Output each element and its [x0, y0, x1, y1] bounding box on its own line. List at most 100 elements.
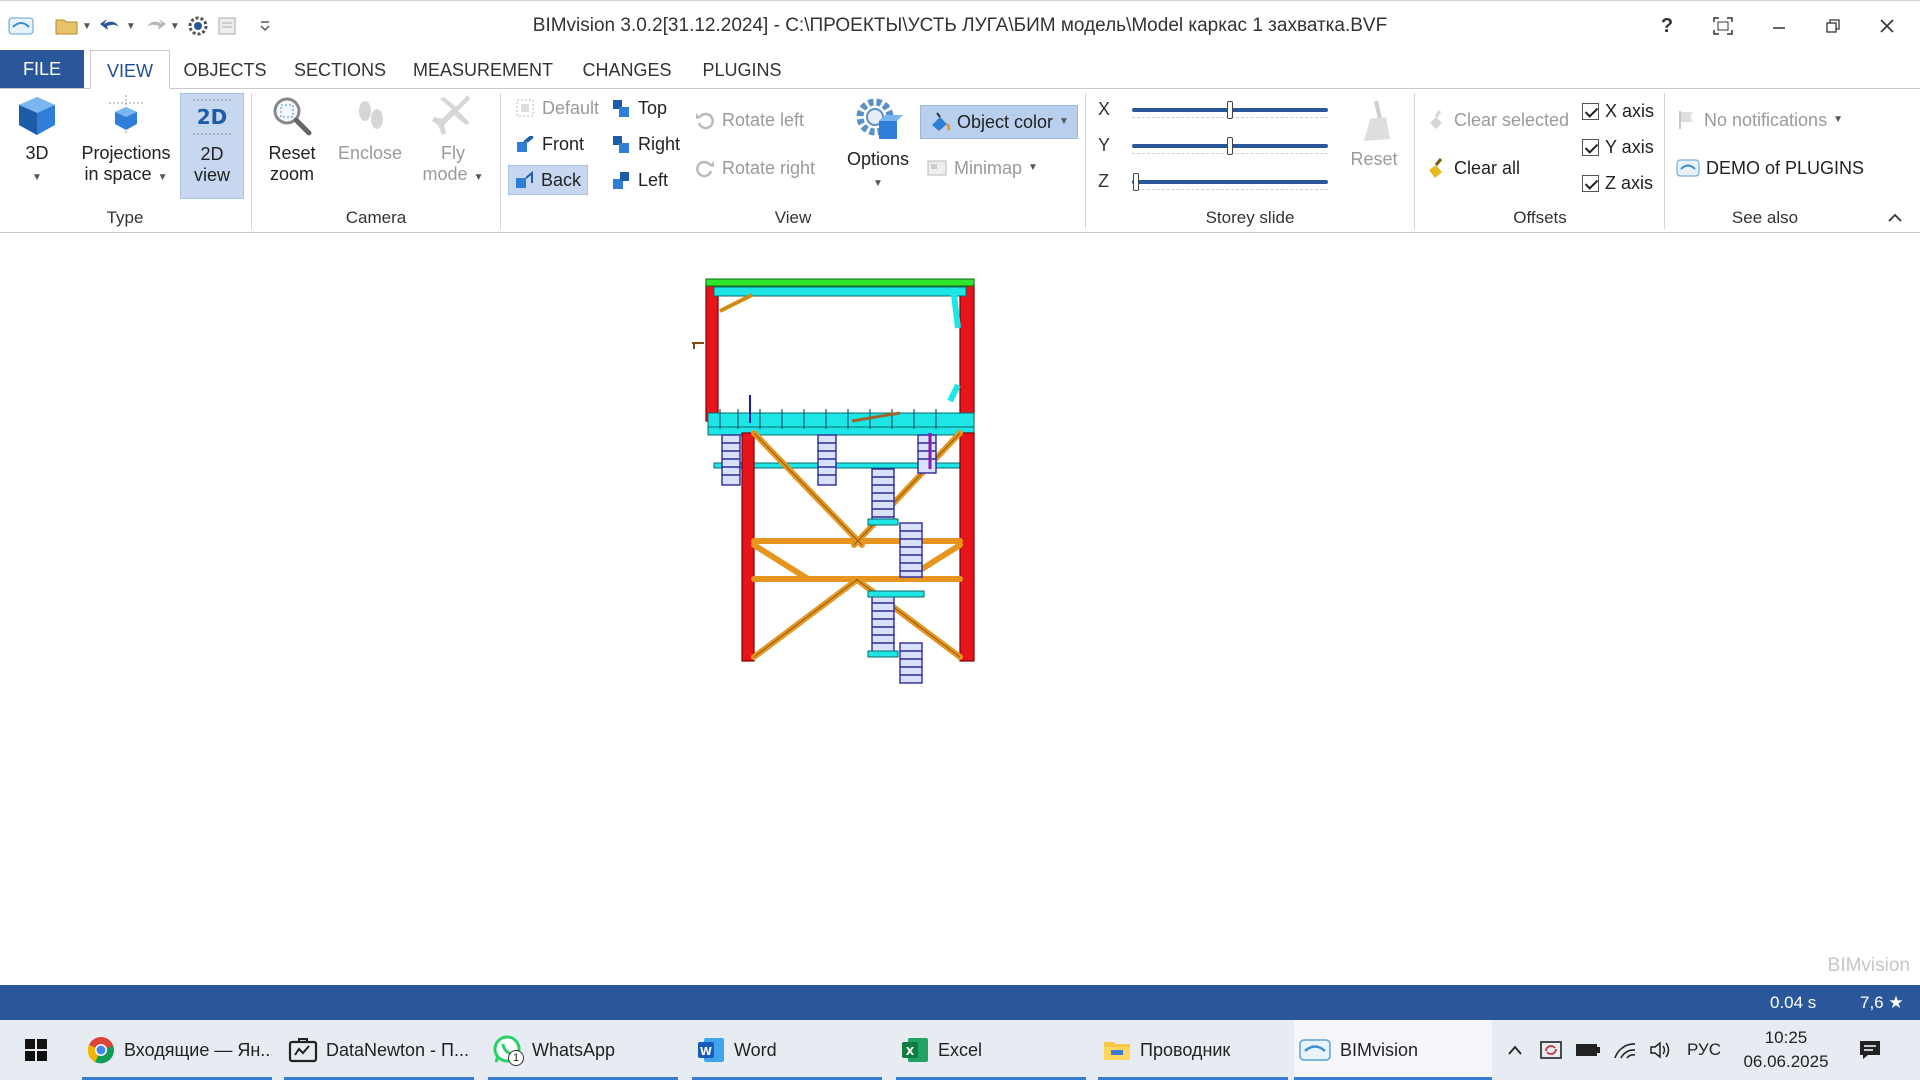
- cube-3d-icon: [19, 97, 55, 135]
- tray-volume-button[interactable]: [1646, 1020, 1676, 1080]
- enclose-button[interactable]: Enclose: [332, 93, 408, 164]
- object-color-dropdown[interactable]: Object color ▼: [920, 105, 1078, 139]
- tab-file[interactable]: FILE: [0, 50, 84, 88]
- flag-icon: [1676, 109, 1698, 131]
- print-icon[interactable]: [216, 11, 240, 41]
- storey-reset-button[interactable]: Reset: [1346, 99, 1402, 170]
- projections-in-space-button[interactable]: Projections in space ▼: [76, 93, 176, 188]
- undo-icon[interactable]: ▼: [98, 11, 136, 41]
- reset-zoom-button[interactable]: Reset zoom: [260, 93, 324, 185]
- structure-model[interactable]: [0, 233, 1920, 985]
- minimap-dropdown[interactable]: Minimap ▼: [926, 153, 1038, 183]
- app-icon[interactable]: [8, 11, 34, 41]
- start-button[interactable]: [10, 1020, 62, 1080]
- slider-z-track[interactable]: [1132, 180, 1328, 184]
- minimize-button[interactable]: [1752, 1, 1806, 51]
- right-view-button[interactable]: Right: [610, 129, 680, 159]
- rotate-right-icon: [694, 157, 716, 179]
- tab-plugins[interactable]: PLUGINS: [696, 50, 788, 88]
- taskbar-item-label: Проводник: [1140, 1039, 1231, 1060]
- default-view-button[interactable]: Default: [514, 93, 599, 123]
- left-view-button[interactable]: Left: [610, 165, 668, 195]
- customize-qat-icon[interactable]: [258, 11, 272, 41]
- tab-view[interactable]: VIEW: [90, 50, 170, 89]
- y-axis-checkbox[interactable]: Y axis: [1582, 137, 1654, 158]
- taskbar-item-explorer[interactable]: Проводник: [1098, 1020, 1288, 1080]
- top-view-label: Top: [638, 98, 668, 118]
- tray-battery-button[interactable]: [1572, 1020, 1604, 1080]
- x-axis-checkbox[interactable]: X axis: [1582, 101, 1654, 122]
- z-axis-checkbox[interactable]: Z axis: [1582, 173, 1653, 194]
- rotate-right-button[interactable]: Rotate right: [694, 153, 815, 183]
- taskbar-item-label: Word: [734, 1039, 777, 1060]
- options-button[interactable]: Options ▼: [836, 95, 920, 194]
- redo-icon[interactable]: ▼: [142, 11, 180, 41]
- group-label-view: View: [774, 208, 812, 227]
- notifications-label: No notifications: [1704, 110, 1828, 130]
- x-axis-label: X axis: [1605, 101, 1655, 121]
- tray-network-button[interactable]: [1610, 1020, 1640, 1080]
- tray-sync-button[interactable]: [1536, 1020, 1566, 1080]
- fly-mode-button[interactable]: Fly mode ▼: [418, 93, 488, 188]
- clock[interactable]: 10:25 06.06.2025: [1728, 1026, 1844, 1074]
- notifications-center-button[interactable]: [1850, 1020, 1890, 1080]
- z-axis-checkbox-box[interactable]: [1582, 175, 1599, 192]
- close-icon: [1880, 19, 1894, 33]
- clear-all-button[interactable]: Clear all: [1426, 153, 1520, 183]
- notifications-dropdown[interactable]: No notifications ▼: [1676, 105, 1843, 135]
- taskbar-item-datanewton[interactable]: DataNewton - П...: [284, 1020, 474, 1080]
- clear-selected-button[interactable]: Clear selected: [1426, 105, 1569, 135]
- clear-selected-label: Clear selected: [1454, 110, 1570, 130]
- restore-button[interactable]: [1806, 1, 1860, 51]
- tray-overflow-button[interactable]: [1500, 1020, 1530, 1080]
- slider-x-thumb[interactable]: [1227, 101, 1233, 119]
- taskbar-item-bimvision[interactable]: BIMvision: [1294, 1020, 1492, 1080]
- taskbar-item-label: DataNewton - П...: [326, 1039, 469, 1060]
- taskbar-item-whatsapp[interactable]: 1 WhatsApp: [488, 1020, 678, 1080]
- slider-z-ticks: [1132, 189, 1328, 195]
- 3d-button[interactable]: 3D ▼: [8, 93, 66, 188]
- 2d-view-label-2: view: [193, 165, 230, 185]
- demo-plugins-button[interactable]: DEMO of PLUGINS: [1676, 153, 1864, 183]
- tab-changes[interactable]: CHANGES: [576, 50, 678, 88]
- paint-bucket-icon: [929, 111, 951, 133]
- language-indicator[interactable]: РУС: [1682, 1020, 1726, 1080]
- x-axis-checkbox-box[interactable]: [1582, 103, 1599, 120]
- right-view-icon: [610, 133, 632, 155]
- storey-reset-label: Reset: [1350, 149, 1398, 169]
- clear-all-broom-icon: [1426, 157, 1448, 179]
- slider-z-thumb[interactable]: [1132, 173, 1139, 191]
- demo-plugins-icon: [1676, 157, 1700, 179]
- rotate-left-button[interactable]: Rotate left: [694, 105, 804, 135]
- slider-y-thumb[interactable]: [1227, 137, 1233, 155]
- tab-measurement[interactable]: MEASUREMENT: [408, 50, 558, 88]
- battery-icon: [1576, 1044, 1600, 1056]
- settings-cog-icon[interactable]: [186, 11, 210, 41]
- taskbar-item-chrome[interactable]: Входящие — Ян...: [82, 1020, 272, 1080]
- projections-icon: [109, 95, 143, 135]
- rotate-left-icon: [694, 109, 716, 131]
- open-file-icon[interactable]: ▼: [54, 11, 92, 41]
- collapse-ribbon-button[interactable]: [1884, 207, 1906, 229]
- taskbar-item-word[interactable]: W Word: [692, 1020, 882, 1080]
- svg-text:W: W: [700, 1045, 712, 1058]
- demo-plugins-label: DEMO of PLUGINS: [1706, 158, 1865, 178]
- z-axis-label: Z axis: [1605, 173, 1654, 193]
- y-axis-checkbox-box[interactable]: [1582, 139, 1599, 156]
- chevron-up-icon: [1888, 213, 1902, 222]
- word-icon: W: [696, 1035, 726, 1065]
- front-view-button[interactable]: Front: [514, 129, 584, 159]
- 3d-viewport[interactable]: BIMvision: [0, 233, 1920, 985]
- taskbar-item-excel[interactable]: X Excel: [896, 1020, 1086, 1080]
- quick-access-toolbar: ▼ ▼ ▼: [8, 11, 278, 41]
- bimvision-watermark: BIMvision: [1827, 955, 1910, 976]
- render-time: 0.04 s: [1770, 993, 1817, 1012]
- back-view-button[interactable]: Back: [508, 165, 589, 195]
- 2d-view-button[interactable]: 2D 2D view: [180, 93, 244, 199]
- top-view-button[interactable]: Top: [610, 93, 667, 123]
- help-button[interactable]: ?: [1640, 1, 1694, 51]
- tab-sections[interactable]: SECTIONS: [290, 50, 390, 88]
- fullscreen-button[interactable]: [1696, 1, 1750, 51]
- tab-objects[interactable]: OBJECTS: [182, 50, 268, 88]
- close-button[interactable]: [1860, 1, 1914, 51]
